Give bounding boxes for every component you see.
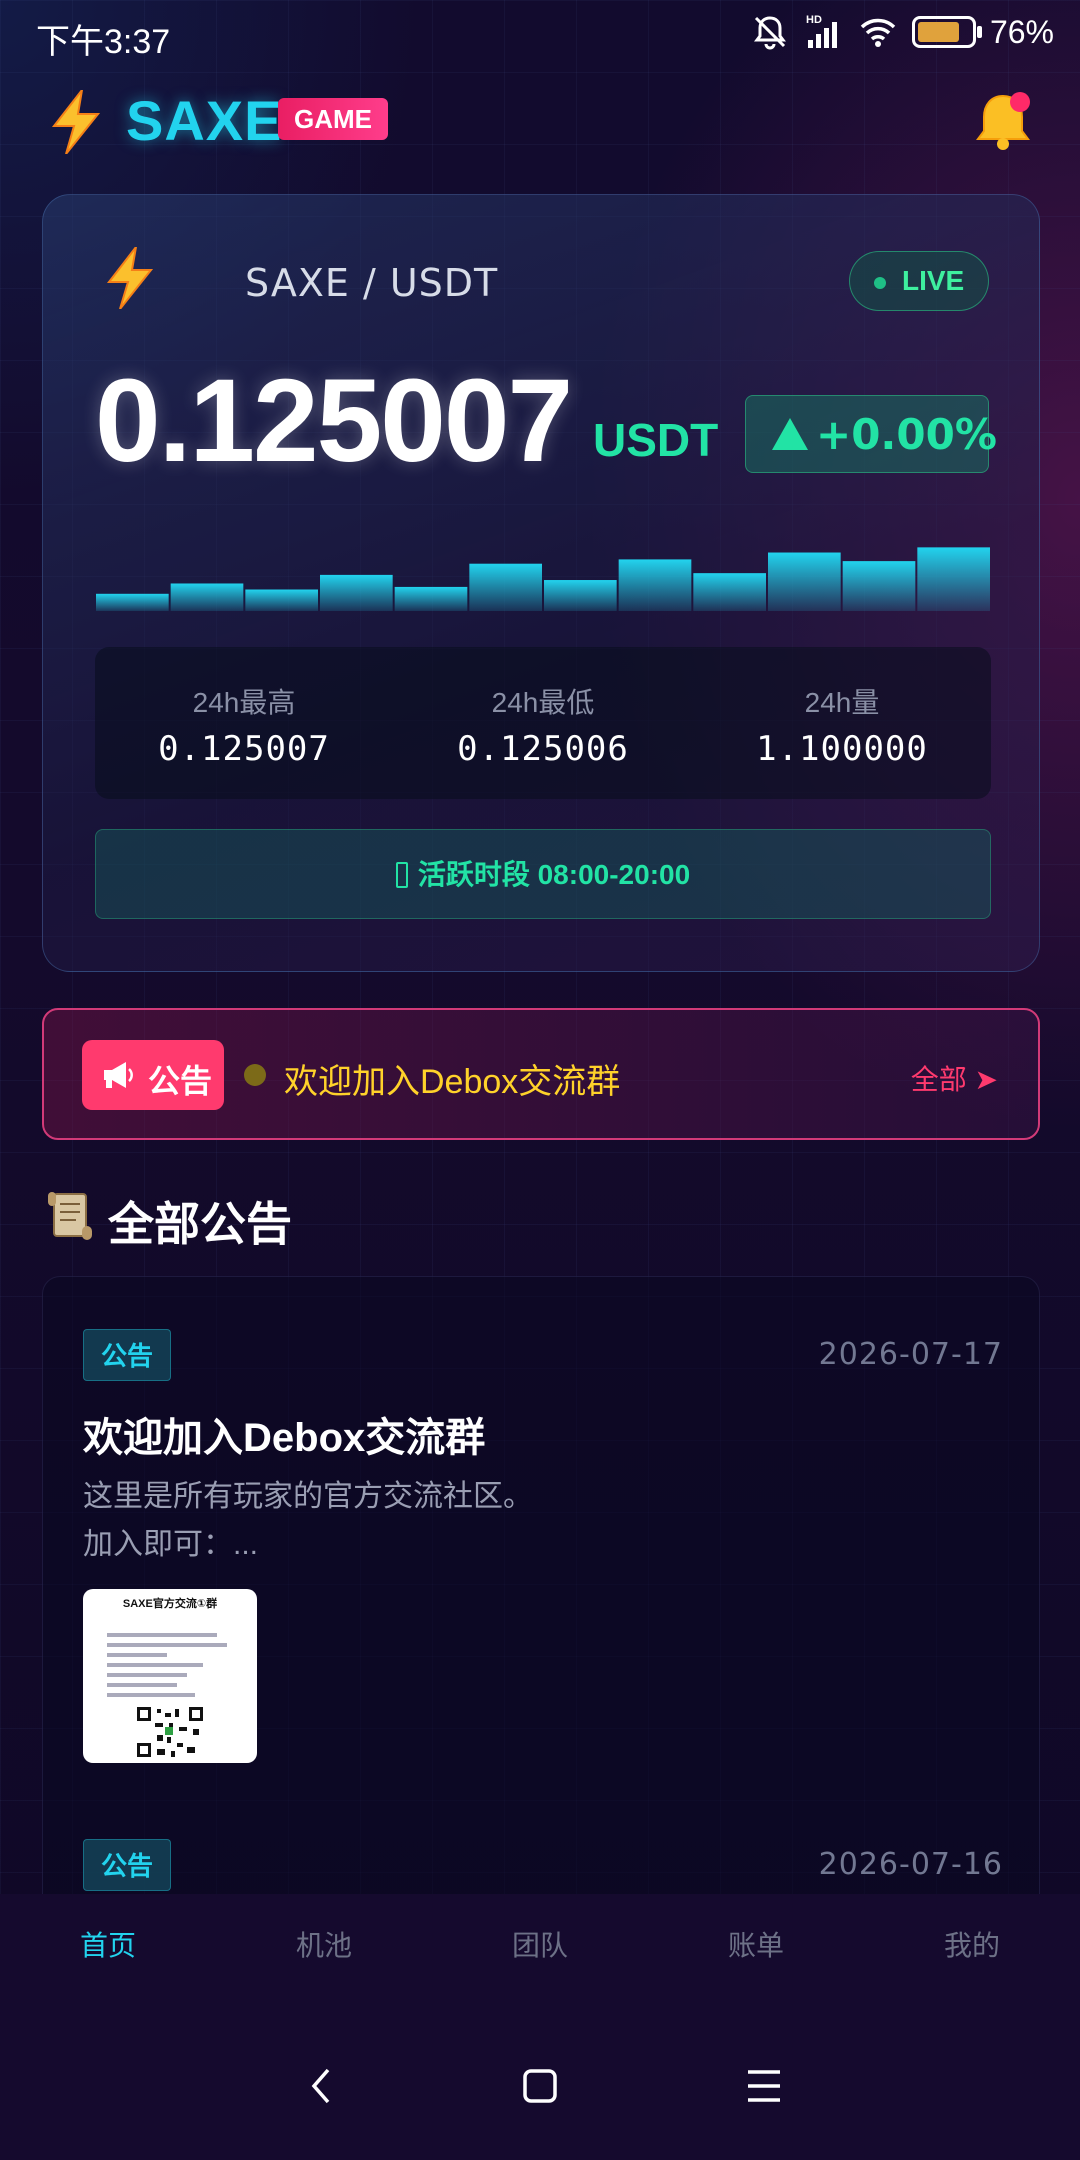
volume-bar [544, 580, 617, 611]
stat-label: 24h量 [804, 687, 880, 718]
live-badge: LIVE [849, 251, 989, 311]
excerpt-line: 加入即可：... [83, 1528, 259, 1561]
lightning-icon [106, 247, 154, 309]
notice-dot [244, 1064, 266, 1086]
battery-percent: 76% [989, 13, 1054, 50]
volume-bar [768, 552, 841, 611]
image-text-line [107, 1653, 167, 1657]
stat-low: 24h最低 0.125006 [394, 647, 692, 799]
menu-icon[interactable] [744, 2058, 784, 2114]
notice-banner[interactable]: 公告 欢迎加入Debox交流群 全部 ➤ [42, 1008, 1040, 1140]
tab-mining-pool[interactable]: 机池 [216, 1924, 432, 1964]
announcement-date: 2026-07-17 [818, 1337, 1003, 1372]
image-text-line [107, 1693, 195, 1697]
home-icon[interactable] [520, 2058, 560, 2114]
volume-bar [320, 574, 393, 611]
app-header: SAXE GAME [48, 88, 1038, 178]
price-change: +0.00% [816, 410, 997, 459]
current-price: 0.125007 [95, 355, 573, 487]
lightning-logo-icon [51, 90, 101, 154]
volume-bar [618, 559, 692, 611]
back-icon[interactable] [300, 2058, 340, 2114]
image-text-line [107, 1643, 227, 1647]
announcement-image[interactable]: SAXE官方交流①群 [83, 1589, 257, 1763]
up-triangle-icon [772, 418, 808, 450]
status-icons: HD 76% [750, 12, 1054, 52]
notice-tag-label: 公告 [148, 1063, 213, 1099]
price-unit: USDT [593, 414, 719, 466]
active-hours-text: 活跃时段 08:00-20:00 [417, 859, 691, 890]
mute-bell-icon [753, 16, 786, 50]
status-bar: 下午3:37 HD 76% [0, 0, 1080, 68]
pair-label: SAXE / USDT [245, 261, 499, 305]
volume-bar [469, 563, 542, 611]
notice-tag: 公告 [82, 1040, 224, 1110]
announcement-badge: 公告 [83, 1329, 171, 1381]
tab-profile[interactable]: 我的 [864, 1924, 1080, 1964]
stat-volume: 24h量 1.100000 [693, 647, 991, 799]
announcement-list: 公告 2026-07-17 欢迎加入Debox交流群 这里是所有玩家的官方交流社… [42, 1276, 1040, 1894]
live-dot-icon [874, 277, 886, 289]
excerpt-line: 这里是所有玩家的官方交流社区。 [83, 1480, 533, 1513]
image-text-line [107, 1663, 203, 1667]
scroll-icon [48, 1192, 92, 1240]
stat-value: 0.125006 [457, 729, 629, 769]
bottom-tab-bar: 首页 机池 团队 账单 我的 [0, 1894, 1080, 2014]
volume-bar-chart [96, 547, 990, 611]
system-nav-bar [0, 2014, 1080, 2160]
volume-bar [842, 561, 916, 611]
image-text-line [107, 1673, 187, 1677]
svg-text:HD: HD [806, 14, 822, 26]
active-hours-banner: 活跃时段 08:00-20:00 [95, 829, 991, 919]
megaphone-icon [104, 1062, 133, 1088]
signal-icon: HD [806, 14, 837, 48]
volume-bar [170, 583, 244, 611]
wifi-icon [860, 18, 896, 47]
image-text-line [107, 1683, 177, 1687]
volume-bar [245, 589, 318, 611]
status-time: 下午3:37 [36, 23, 171, 61]
volume-bar [693, 573, 766, 611]
game-badge: GAME [278, 98, 388, 140]
list-item[interactable]: 公告 2026-07-16 [43, 1787, 1039, 1894]
stat-value: 1.100000 [756, 729, 928, 769]
announcement-excerpt: 这里是所有玩家的官方交流社区。 加入即可：... [83, 1473, 533, 1569]
announcement-title: 欢迎加入Debox交流群 [83, 1416, 486, 1460]
price-change-badge: +0.00% [745, 395, 997, 473]
tab-bills[interactable]: 账单 [648, 1924, 864, 1964]
qr-code-icon [135, 1705, 205, 1759]
section-title: 全部公告 [108, 1198, 292, 1250]
list-item[interactable]: 公告 2026-07-17 欢迎加入Debox交流群 这里是所有玩家的官方交流社… [43, 1277, 1039, 1787]
announcement-date: 2026-07-16 [818, 1847, 1003, 1882]
volume-bar [394, 586, 468, 611]
tab-team[interactable]: 团队 [432, 1924, 648, 1964]
stat-value: 0.125007 [158, 729, 330, 769]
stat-label: 24h最低 [491, 687, 595, 718]
battery-icon [911, 16, 982, 48]
stat-label: 24h最高 [192, 687, 296, 718]
notice-message: 欢迎加入Debox交流群 [284, 1063, 621, 1101]
stat-high: 24h最高 0.125007 [95, 647, 393, 799]
tab-home[interactable]: 首页 [0, 1924, 216, 1964]
image-text-line [107, 1633, 217, 1637]
volume-bar [96, 593, 169, 611]
image-title: SAXE官方交流①群 [122, 1598, 218, 1610]
announcement-badge: 公告 [83, 1839, 171, 1891]
app-name: SAXE [126, 89, 283, 152]
view-all-link[interactable]: 全部 ➤ [911, 1058, 998, 1098]
notification-bell-icon[interactable] [968, 88, 1038, 154]
clock-icon [395, 862, 408, 888]
live-label: LIVE [902, 265, 965, 296]
volume-bar [917, 547, 990, 611]
price-card: SAXE / USDT LIVE 0.125007 USDT +0.00% 24… [42, 194, 1040, 972]
stats-panel: 24h最高 0.125007 24h最低 0.125006 24h量 1.100… [95, 647, 991, 799]
